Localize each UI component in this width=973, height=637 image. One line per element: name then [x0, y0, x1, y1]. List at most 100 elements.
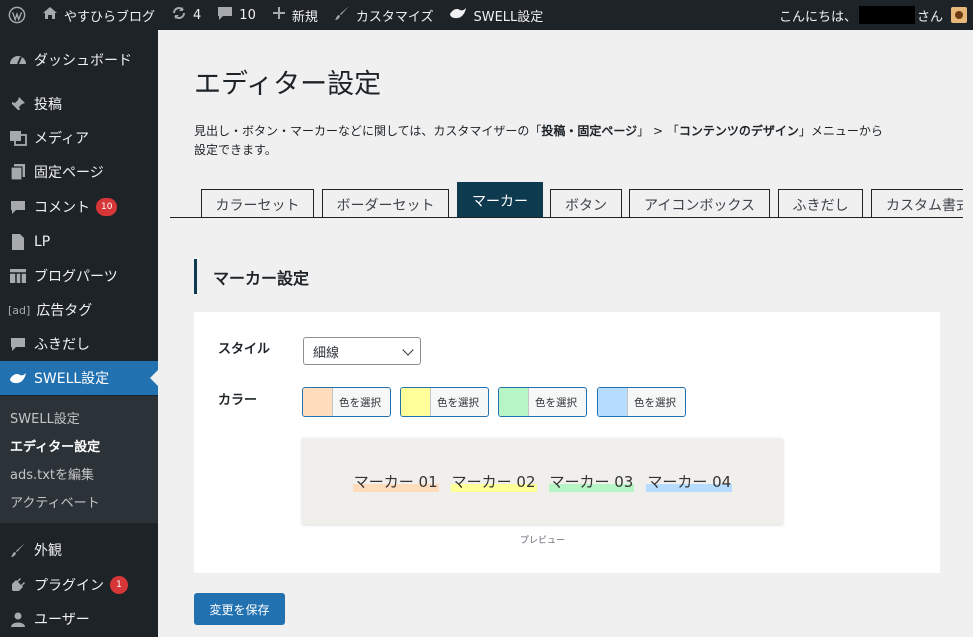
- swell-settings-label: SWELL設定: [473, 9, 544, 25]
- plugin-icon: [8, 575, 28, 595]
- tab-custom-format[interactable]: カスタム書式: [871, 189, 963, 217]
- color-picker-label: 色を選択: [339, 396, 381, 409]
- comments-badge: 10: [96, 198, 118, 216]
- style-select[interactable]: 細線: [303, 337, 421, 365]
- sidebar-item-label: コメント: [34, 200, 90, 216]
- updates-icon: [171, 5, 187, 25]
- swell-wave-icon: [449, 6, 467, 24]
- sidebar-item-dashboard[interactable]: ダッシュボード: [0, 43, 158, 77]
- avatar[interactable]: [951, 7, 967, 23]
- marker-sample-04: マーカー 04: [646, 470, 733, 492]
- tab-button[interactable]: ボタン: [550, 189, 622, 217]
- pin-icon: [8, 94, 28, 114]
- greeting-prefix: こんにちは、: [778, 9, 857, 25]
- plus-icon: [272, 6, 286, 24]
- greeting-suffix: さん: [916, 9, 943, 25]
- section-heading: マーカー設定: [194, 259, 309, 294]
- marker-preview: マーカー 01 マーカー 02 マーカー 03 マーカー 04: [302, 438, 783, 524]
- comment-bubble-icon: [217, 6, 233, 25]
- sidebar-item-appearance[interactable]: 外観: [0, 533, 158, 567]
- comments-count: 10: [239, 7, 256, 23]
- sidebar-item-pages[interactable]: 固定ページ: [0, 155, 158, 189]
- marker-settings-card: スタイル 細線 カラー 色を選択 色を選択 色を選択 色を選択 マーカー 01 …: [194, 312, 940, 573]
- sidebar-item-label: 外観: [34, 543, 62, 559]
- my-account[interactable]: こんにちは、 さん: [779, 0, 973, 30]
- comments-link[interactable]: 10: [209, 0, 264, 30]
- marker-sample-03: マーカー 03: [548, 470, 635, 492]
- color-picker-label: 色を選択: [634, 396, 676, 409]
- tab-fukidashi[interactable]: ふきだし: [778, 189, 863, 217]
- intro-part: 設定できます。: [194, 143, 277, 157]
- intro-part: 」 > 「: [637, 124, 679, 138]
- submenu-item-ads-txt[interactable]: ads.txtを編集: [10, 464, 94, 483]
- home-icon: [42, 6, 58, 24]
- sidebar-item-label: 広告タグ: [36, 303, 93, 319]
- color-picker-01[interactable]: 色を選択: [302, 387, 391, 417]
- new-content-link[interactable]: 新規: [264, 0, 326, 30]
- new-label: 新規: [291, 9, 318, 25]
- swell-submenu: SWELL設定 エディター設定 ads.txtを編集 アクティベート: [0, 396, 158, 523]
- admin-sidebar: SWELL設定 エディター設定 ads.txtを編集 アクティベート ダッシュボ…: [0, 30, 158, 637]
- wordpress-logo-icon[interactable]: [0, 0, 34, 30]
- sidebar-item-label: ふきだし: [34, 337, 90, 353]
- tab-color-set[interactable]: カラーセット: [201, 189, 314, 217]
- bubble-icon: [8, 334, 28, 354]
- sidebar-item-label: ユーザー: [34, 612, 90, 628]
- color-picker-03[interactable]: 色を選択: [498, 387, 587, 417]
- sidebar-item-posts[interactable]: 投稿: [0, 87, 158, 121]
- sidebar-item-plugins[interactable]: プラグイン 1: [0, 568, 158, 602]
- intro-bold-content-design: コンテンツのデザイン: [678, 124, 799, 138]
- submenu-item-swell-settings[interactable]: SWELL設定: [10, 408, 80, 427]
- swell-icon: [8, 368, 28, 388]
- pages-icon: [8, 162, 28, 182]
- tab-border-set[interactable]: ボーダーセット: [322, 189, 449, 217]
- comment-icon: [8, 197, 28, 217]
- sidebar-item-users[interactable]: ユーザー: [0, 602, 158, 636]
- sidebar-item-comments[interactable]: コメント 10: [0, 190, 158, 224]
- sidebar-item-label: メディア: [34, 131, 90, 147]
- intro-text: 見出し・ボタン・マーカーなどに関しては、カスタマイザーの「投稿・固定ページ」 >…: [194, 122, 954, 160]
- sidebar-item-label: ブログパーツ: [34, 269, 118, 285]
- redacted-username: [858, 6, 915, 24]
- plugins-badge: 1: [110, 576, 128, 594]
- sidebar-item-swell-settings[interactable]: SWELL設定: [0, 361, 158, 395]
- sidebar-item-lp[interactable]: LP: [0, 225, 158, 259]
- intro-part: 」メニューから: [798, 124, 883, 138]
- color-label: カラー: [218, 393, 258, 408]
- color-swatch: [598, 388, 628, 416]
- ad-icon: [ad]: [8, 303, 31, 317]
- settings-tabs: カラーセット ボーダーセット マーカー ボタン アイコンボックス ふきだし カス…: [170, 182, 963, 218]
- customize-link[interactable]: カスタマイズ: [326, 0, 442, 30]
- sidebar-item-blog-parts[interactable]: ブログパーツ: [0, 259, 158, 293]
- customize-label: カスタマイズ: [355, 9, 434, 25]
- brush-icon: [8, 540, 28, 560]
- updates-link[interactable]: 4: [163, 0, 209, 30]
- grid-icon: [8, 266, 28, 286]
- tab-icon-box[interactable]: アイコンボックス: [629, 189, 770, 217]
- dashboard-icon: [8, 50, 28, 70]
- tab-marker[interactable]: マーカー: [457, 182, 543, 217]
- user-icon: [8, 609, 28, 629]
- media-icon: [8, 128, 28, 148]
- sidebar-item-fukidashi[interactable]: ふきだし: [0, 327, 158, 361]
- color-picker-02[interactable]: 色を選択: [400, 387, 489, 417]
- submenu-item-editor-settings[interactable]: エディター設定: [10, 436, 100, 455]
- color-swatch: [401, 388, 431, 416]
- color-picker-04[interactable]: 色を選択: [597, 387, 686, 417]
- sidebar-item-media[interactable]: メディア: [0, 121, 158, 155]
- marker-sample-01: マーカー 01: [352, 470, 439, 492]
- updates-count: 4: [193, 7, 202, 23]
- sidebar-item-label: 固定ページ: [34, 165, 104, 181]
- site-name-link[interactable]: やすひらブログ: [34, 0, 163, 30]
- color-swatch: [303, 388, 333, 416]
- chevron-down-icon: [402, 344, 414, 356]
- brush-icon: [334, 5, 350, 25]
- marker-sample-02: マーカー 02: [450, 470, 537, 492]
- color-picker-label: 色を選択: [535, 396, 577, 409]
- swell-settings-link[interactable]: SWELL設定: [441, 0, 551, 30]
- save-button[interactable]: 変更を保存: [194, 593, 285, 625]
- intro-part: 見出し・ボタン・マーカーなどに関しては、カスタマイザーの「: [194, 124, 542, 138]
- sidebar-item-ad-tags[interactable]: [ad] 広告タグ: [0, 293, 158, 327]
- submenu-item-activate[interactable]: アクティベート: [10, 492, 100, 511]
- document-icon: [8, 232, 28, 252]
